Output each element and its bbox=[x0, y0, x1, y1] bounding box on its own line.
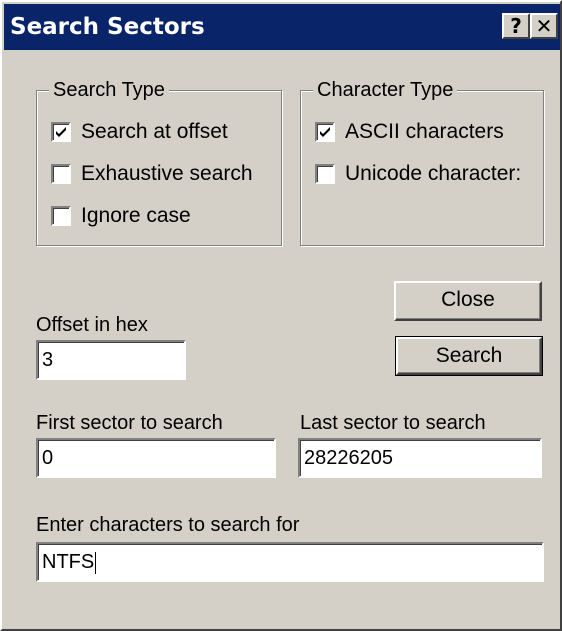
close-icon[interactable]: ✕ bbox=[530, 13, 558, 39]
search-chars-input[interactable]: NTFS bbox=[36, 542, 544, 582]
help-icon[interactable]: ? bbox=[502, 13, 530, 39]
search-type-group: Search Type Search at offset Exhaustive … bbox=[36, 77, 282, 246]
search-at-offset-option[interactable]: Search at offset bbox=[51, 119, 228, 145]
search-type-legend: Search Type bbox=[49, 77, 169, 103]
window-title: Search Sectors bbox=[10, 14, 205, 40]
search-at-offset-label: Search at offset bbox=[81, 120, 228, 143]
unicode-label: Unicode character: bbox=[345, 162, 522, 185]
character-type-group: Character Type ASCII characters Unicode … bbox=[300, 77, 544, 246]
search-sectors-dialog: Search Sectors ? ✕ Search Type Search at… bbox=[0, 0, 562, 631]
ignore-case-checkbox[interactable] bbox=[51, 206, 71, 226]
first-sector-label: First sector to search bbox=[36, 412, 223, 434]
text-caret bbox=[95, 551, 97, 574]
close-button[interactable]: Close bbox=[394, 281, 542, 321]
offset-label: Offset in hex bbox=[36, 314, 148, 336]
exhaustive-search-checkbox[interactable] bbox=[51, 164, 71, 184]
checkmark-icon bbox=[320, 127, 330, 137]
search-chars-value: NTFS bbox=[42, 551, 95, 573]
exhaustive-search-label: Exhaustive search bbox=[81, 162, 253, 185]
ascii-option[interactable]: ASCII characters bbox=[315, 119, 504, 145]
checkmark-icon bbox=[56, 127, 66, 137]
unicode-option[interactable]: Unicode character: bbox=[315, 161, 521, 187]
last-sector-label: Last sector to search bbox=[300, 412, 486, 434]
ignore-case-option[interactable]: Ignore case bbox=[51, 203, 191, 229]
offset-input[interactable]: 3 bbox=[36, 340, 186, 380]
search-at-offset-checkbox[interactable] bbox=[51, 122, 71, 142]
title-bar[interactable]: Search Sectors ? ✕ bbox=[4, 4, 560, 50]
ascii-checkbox[interactable] bbox=[315, 122, 335, 142]
character-type-legend: Character Type bbox=[313, 77, 458, 103]
search-chars-label: Enter characters to search for bbox=[36, 514, 300, 536]
unicode-checkbox[interactable] bbox=[315, 164, 335, 184]
search-button[interactable]: Search bbox=[395, 336, 543, 376]
last-sector-input[interactable]: 28226205 bbox=[298, 438, 542, 478]
first-sector-input[interactable]: 0 bbox=[36, 438, 276, 478]
exhaustive-search-option[interactable]: Exhaustive search bbox=[51, 161, 253, 187]
ascii-label: ASCII characters bbox=[345, 120, 504, 143]
ignore-case-label: Ignore case bbox=[81, 204, 191, 227]
